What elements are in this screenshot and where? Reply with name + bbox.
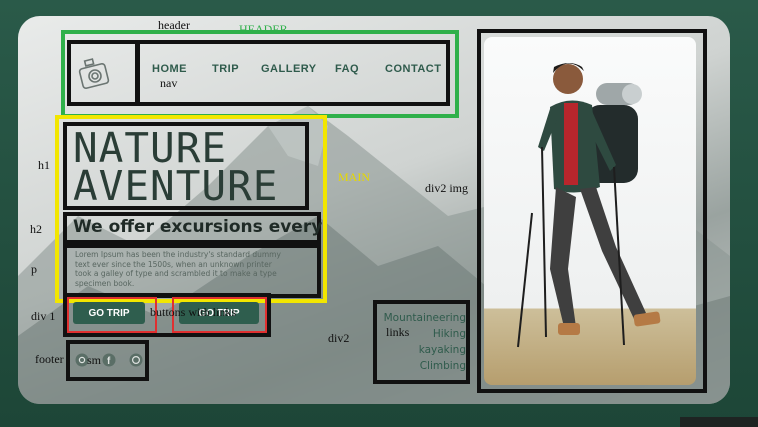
label-nav: nav [160, 76, 178, 90]
hero-paragraph: Lorem Ipsum has been the industry's stan… [75, 250, 281, 288]
side-link-kayaking[interactable]: kayaking [380, 343, 466, 359]
logo-box[interactable] [67, 40, 139, 106]
label-buttons-with-links: buttons with links [150, 305, 237, 319]
hiker-photo [484, 37, 696, 385]
label-div2-img: div2 img [425, 181, 469, 195]
corner-tab [680, 417, 758, 427]
label-p: p [31, 262, 37, 276]
label-sm: sm [87, 353, 102, 367]
camera-icon [78, 58, 110, 90]
nav-item-home[interactable]: HOME [152, 63, 187, 75]
nav-item-contact[interactable]: CONTACT [385, 63, 441, 75]
label-h2: h2 [30, 222, 42, 236]
label-div1: div 1 [31, 309, 56, 323]
label-footer: footer [35, 352, 64, 366]
nav-item-faq[interactable]: FAQ [335, 63, 359, 75]
go-trip-button[interactable]: GO TRIP [73, 302, 145, 324]
hero-subtitle: We offer excursions every [73, 217, 323, 237]
nav-item-gallery[interactable]: GALLERY [261, 63, 317, 75]
label-div2: div2 [328, 331, 350, 345]
side-link-climbing[interactable]: Climbing [380, 359, 466, 375]
label-h1: h1 [38, 158, 50, 172]
nav-item-trip[interactable]: TRIP [212, 63, 239, 75]
whatsapp-icon[interactable] [129, 353, 143, 367]
hero-title-line2: AVENTURE [73, 162, 279, 210]
facebook-icon[interactable]: f [102, 353, 116, 367]
hiker-illustration [517, 63, 661, 348]
label-main: MAIN [338, 170, 370, 184]
label-links: links [386, 325, 410, 339]
